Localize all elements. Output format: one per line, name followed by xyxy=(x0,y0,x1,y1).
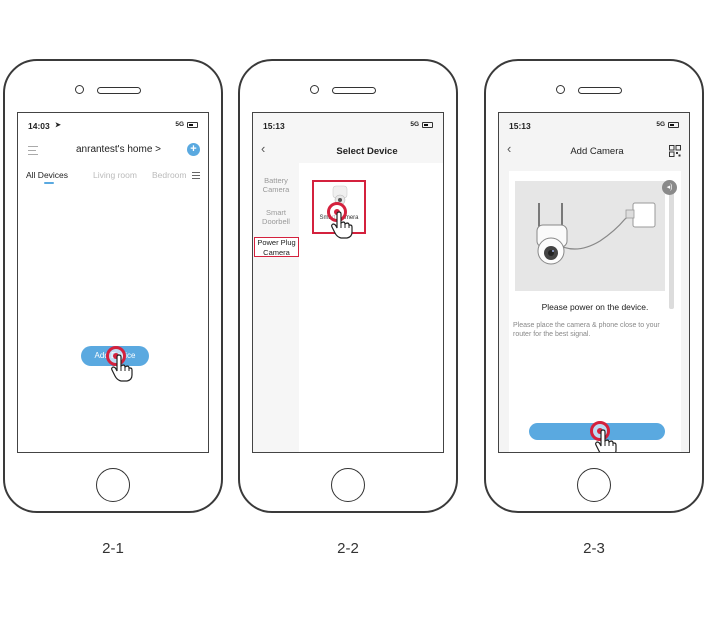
speaker-slot xyxy=(97,87,141,94)
screen-home: 14:03 ➤ 5G anrantest's home > + All Devi… xyxy=(17,112,209,453)
step-caption-1: 2-1 xyxy=(102,540,124,557)
camera-dot xyxy=(310,85,319,94)
location-icon: ➤ xyxy=(55,122,61,129)
step-caption-3: 2-3 xyxy=(583,540,605,557)
camera-dot xyxy=(75,85,84,94)
instruction-title: Please power on the device. xyxy=(541,302,649,312)
status-bar: 15:13 5G xyxy=(263,121,433,133)
status-bar: 14:03 ➤ 5G xyxy=(28,121,198,133)
speaker-slot xyxy=(332,87,376,94)
phone-frame-1: 14:03 ➤ 5G anrantest's home > + All Devi… xyxy=(3,59,223,513)
battery-icon xyxy=(668,122,679,128)
back-icon[interactable]: ‹ xyxy=(261,141,265,156)
page-title: Add Camera xyxy=(570,146,624,157)
screen-select-device: 15:13 5G ‹ Select Device Battery Camera … xyxy=(252,112,444,453)
category-battery-camera[interactable]: Battery Camera xyxy=(253,176,299,194)
home-button xyxy=(577,468,611,502)
content-card: ◂) Please power on the device. Please pl… xyxy=(509,171,681,452)
network-label: 5G xyxy=(175,121,184,128)
pointing-hand-icon xyxy=(111,354,133,382)
camera-power-illustration xyxy=(536,202,656,265)
home-button xyxy=(331,468,365,502)
category-sidebar xyxy=(253,163,299,452)
battery-icon xyxy=(422,122,433,128)
status-time: 15:13 xyxy=(509,121,531,131)
tab-living-room[interactable]: Living room xyxy=(93,170,137,180)
category-power-plug-camera[interactable]: Power Plug Camera xyxy=(254,237,299,257)
screen-add-camera: 15:13 5G ‹ Add Camera ◂) Please power on… xyxy=(498,112,690,453)
home-button xyxy=(96,468,130,502)
back-icon[interactable]: ‹ xyxy=(507,141,511,156)
status-time: 14:03 xyxy=(28,121,50,131)
camera-dot xyxy=(556,85,565,94)
tabs-menu-icon[interactable] xyxy=(192,172,200,179)
network-label: 5G xyxy=(410,121,419,128)
tab-indicator xyxy=(44,182,54,184)
category-smart-doorbell[interactable]: Smart Doorbell xyxy=(253,208,299,226)
volume-icon[interactable]: ◂) xyxy=(662,180,677,195)
phone-frame-2: 15:13 5G ‹ Select Device Battery Camera … xyxy=(238,59,458,513)
qr-code-icon[interactable] xyxy=(669,145,681,157)
status-bar: 15:13 5G xyxy=(509,121,679,133)
pointing-hand-icon xyxy=(331,211,353,239)
add-icon[interactable]: + xyxy=(187,143,200,156)
phone-frame-3: 15:13 5G ‹ Add Camera ◂) Please power on… xyxy=(484,59,704,513)
page-title: Select Device xyxy=(336,146,398,157)
network-label: 5G xyxy=(656,121,665,128)
battery-icon xyxy=(187,122,198,128)
volume-slider-track[interactable] xyxy=(669,189,674,309)
status-time: 15:13 xyxy=(263,121,285,131)
step-caption-2: 2-2 xyxy=(337,540,359,557)
tab-all-devices[interactable]: All Devices xyxy=(26,170,68,180)
illustration-panel xyxy=(515,181,665,291)
home-title[interactable]: anrantest's home > xyxy=(66,144,171,155)
tab-bedroom[interactable]: Bedroom xyxy=(152,170,186,180)
instruction-body: Please place the camera & phone close to… xyxy=(513,322,660,338)
pointing-hand-icon xyxy=(595,429,617,452)
menu-icon[interactable] xyxy=(28,146,38,155)
speaker-slot xyxy=(578,87,622,94)
